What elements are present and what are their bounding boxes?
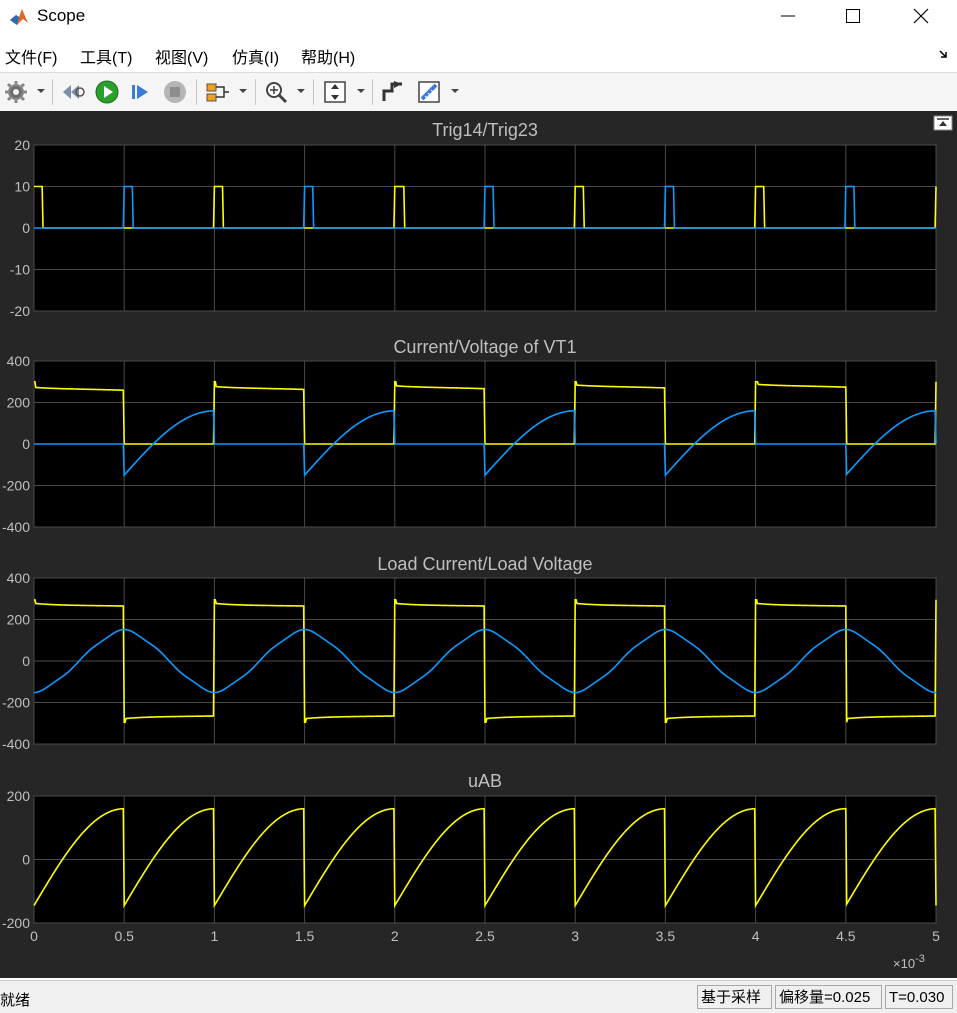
x-tick-label: 2.5 xyxy=(475,928,495,944)
scope-panel-3: 400 200 0 -200 -400 Load Current/Load Voltage xyxy=(2,554,937,752)
y-tick-label: -200 xyxy=(2,478,30,494)
rewind-icon[interactable] xyxy=(60,79,86,105)
y-tick-label: 20 xyxy=(14,137,30,153)
menu-bar: 文件(F) 工具(T) 视图(V) 仿真(I) 帮助(H) xyxy=(0,38,957,70)
status-bar: 就绪 基于采样 偏移量=0.025 T=0.030 xyxy=(0,980,957,1013)
gear-icon[interactable] xyxy=(3,79,29,105)
panel-title: Load Current/Load Voltage xyxy=(377,554,592,574)
x-tick-label: 3 xyxy=(571,928,579,944)
scope-panel-2: 400 200 0 -200 -400 Current/Voltage of VT1 xyxy=(2,337,937,535)
y-tick-label: 200 xyxy=(7,395,31,411)
minimize-icon xyxy=(781,15,795,17)
signal-dropdown-icon[interactable] xyxy=(239,88,247,94)
scope-panel-1: 20 10 0 -10 -20 Trig14/Trig23 xyxy=(10,120,937,319)
menu-file[interactable]: 文件(F) xyxy=(5,44,57,68)
y-tick-label: -200 xyxy=(2,695,30,711)
dock-arrow-icon[interactable] xyxy=(939,48,951,60)
x-tick-label: 0.5 xyxy=(114,928,134,944)
title-bar: Scope xyxy=(0,0,957,34)
zoom-dropdown-icon[interactable] xyxy=(297,88,305,94)
toolbar-separator xyxy=(52,79,53,105)
status-time: T=0.030 xyxy=(885,985,953,1009)
x-tick-label: 5 xyxy=(932,928,940,944)
step-forward-icon[interactable] xyxy=(128,79,154,105)
minimize-button[interactable] xyxy=(765,0,811,32)
toolbar-separator xyxy=(255,79,256,105)
y-tick-label: 0 xyxy=(22,220,30,236)
undock-icon[interactable] xyxy=(933,115,953,131)
scope-plot-area: 20 10 0 -10 -20 Trig14/Trig23 400 200 0 -200 -400 C… xyxy=(0,111,957,978)
y-tick-label: 200 xyxy=(7,612,31,628)
panel-title: uAB xyxy=(468,771,502,791)
menu-simulation[interactable]: 仿真(I) xyxy=(232,44,279,68)
matlab-logo-icon xyxy=(8,6,30,28)
y-tick-label: 0 xyxy=(22,852,30,868)
x-tick-label: 4 xyxy=(752,928,760,944)
status-sample-based: 基于采样 xyxy=(697,985,772,1009)
panel-title: Current/Voltage of VT1 xyxy=(393,337,576,357)
x-tick-label: 1.5 xyxy=(295,928,315,944)
measurement-ruler-icon[interactable] xyxy=(416,79,442,105)
x-tick-label: 3.5 xyxy=(656,928,676,944)
status-offset: 偏移量=0.025 xyxy=(775,985,882,1009)
highlight-block-icon[interactable] xyxy=(380,79,406,105)
maximize-button[interactable] xyxy=(830,0,876,32)
toolbar-separator xyxy=(313,79,314,105)
menu-help[interactable]: 帮助(H) xyxy=(301,44,355,68)
y-tick-label: 200 xyxy=(7,788,31,804)
y-tick-label: -400 xyxy=(2,736,30,752)
window-title: Scope xyxy=(37,6,86,25)
y-tick-label: -400 xyxy=(2,519,30,535)
run-icon[interactable] xyxy=(94,79,120,105)
y-tick-label: 0 xyxy=(22,653,30,669)
y-tick-label: 400 xyxy=(7,570,31,586)
toolbar-separator xyxy=(372,79,373,105)
scale-axes-icon[interactable] xyxy=(322,79,348,105)
x-scale-exponent: ×10-3 xyxy=(893,953,925,971)
scale-dropdown-icon[interactable] xyxy=(357,88,365,94)
gear-dropdown-icon[interactable] xyxy=(37,88,45,94)
x-tick-label: 1 xyxy=(211,928,219,944)
close-button[interactable] xyxy=(898,0,944,32)
stop-icon[interactable] xyxy=(162,79,188,105)
menu-tools[interactable]: 工具(T) xyxy=(80,44,132,68)
scope-panel-4: 2000-200uAB0 0.5 1 1.5 2 2.5 3 3.5 4 4.5 5×10-3 xyxy=(2,771,940,971)
status-ready-text: 就绪 xyxy=(0,992,31,1009)
zoom-in-icon[interactable] xyxy=(263,79,289,105)
panel-title: Trig14/Trig23 xyxy=(432,120,538,140)
x-tick-label: 0 xyxy=(30,928,38,944)
toolbar xyxy=(0,72,957,112)
y-tick-label: -10 xyxy=(10,262,30,278)
toolbar-separator xyxy=(196,79,197,105)
measurement-dropdown-icon[interactable] xyxy=(451,88,459,94)
y-tick-label: 0 xyxy=(22,436,30,452)
x-tick-label: 2 xyxy=(391,928,399,944)
maximize-icon xyxy=(846,9,860,23)
x-tick-label: 4.5 xyxy=(836,928,856,944)
y-tick-label: 400 xyxy=(7,353,31,369)
y-tick-label: -20 xyxy=(10,303,30,319)
close-icon xyxy=(913,8,929,24)
scope-plots: 20100-10-20Trig14/Trig234002000-200-400C… xyxy=(2,120,940,971)
signal-select-icon[interactable] xyxy=(204,79,230,105)
y-tick-label: 10 xyxy=(14,179,30,195)
menu-view[interactable]: 视图(V) xyxy=(155,44,208,68)
y-tick-label: -200 xyxy=(2,915,30,931)
